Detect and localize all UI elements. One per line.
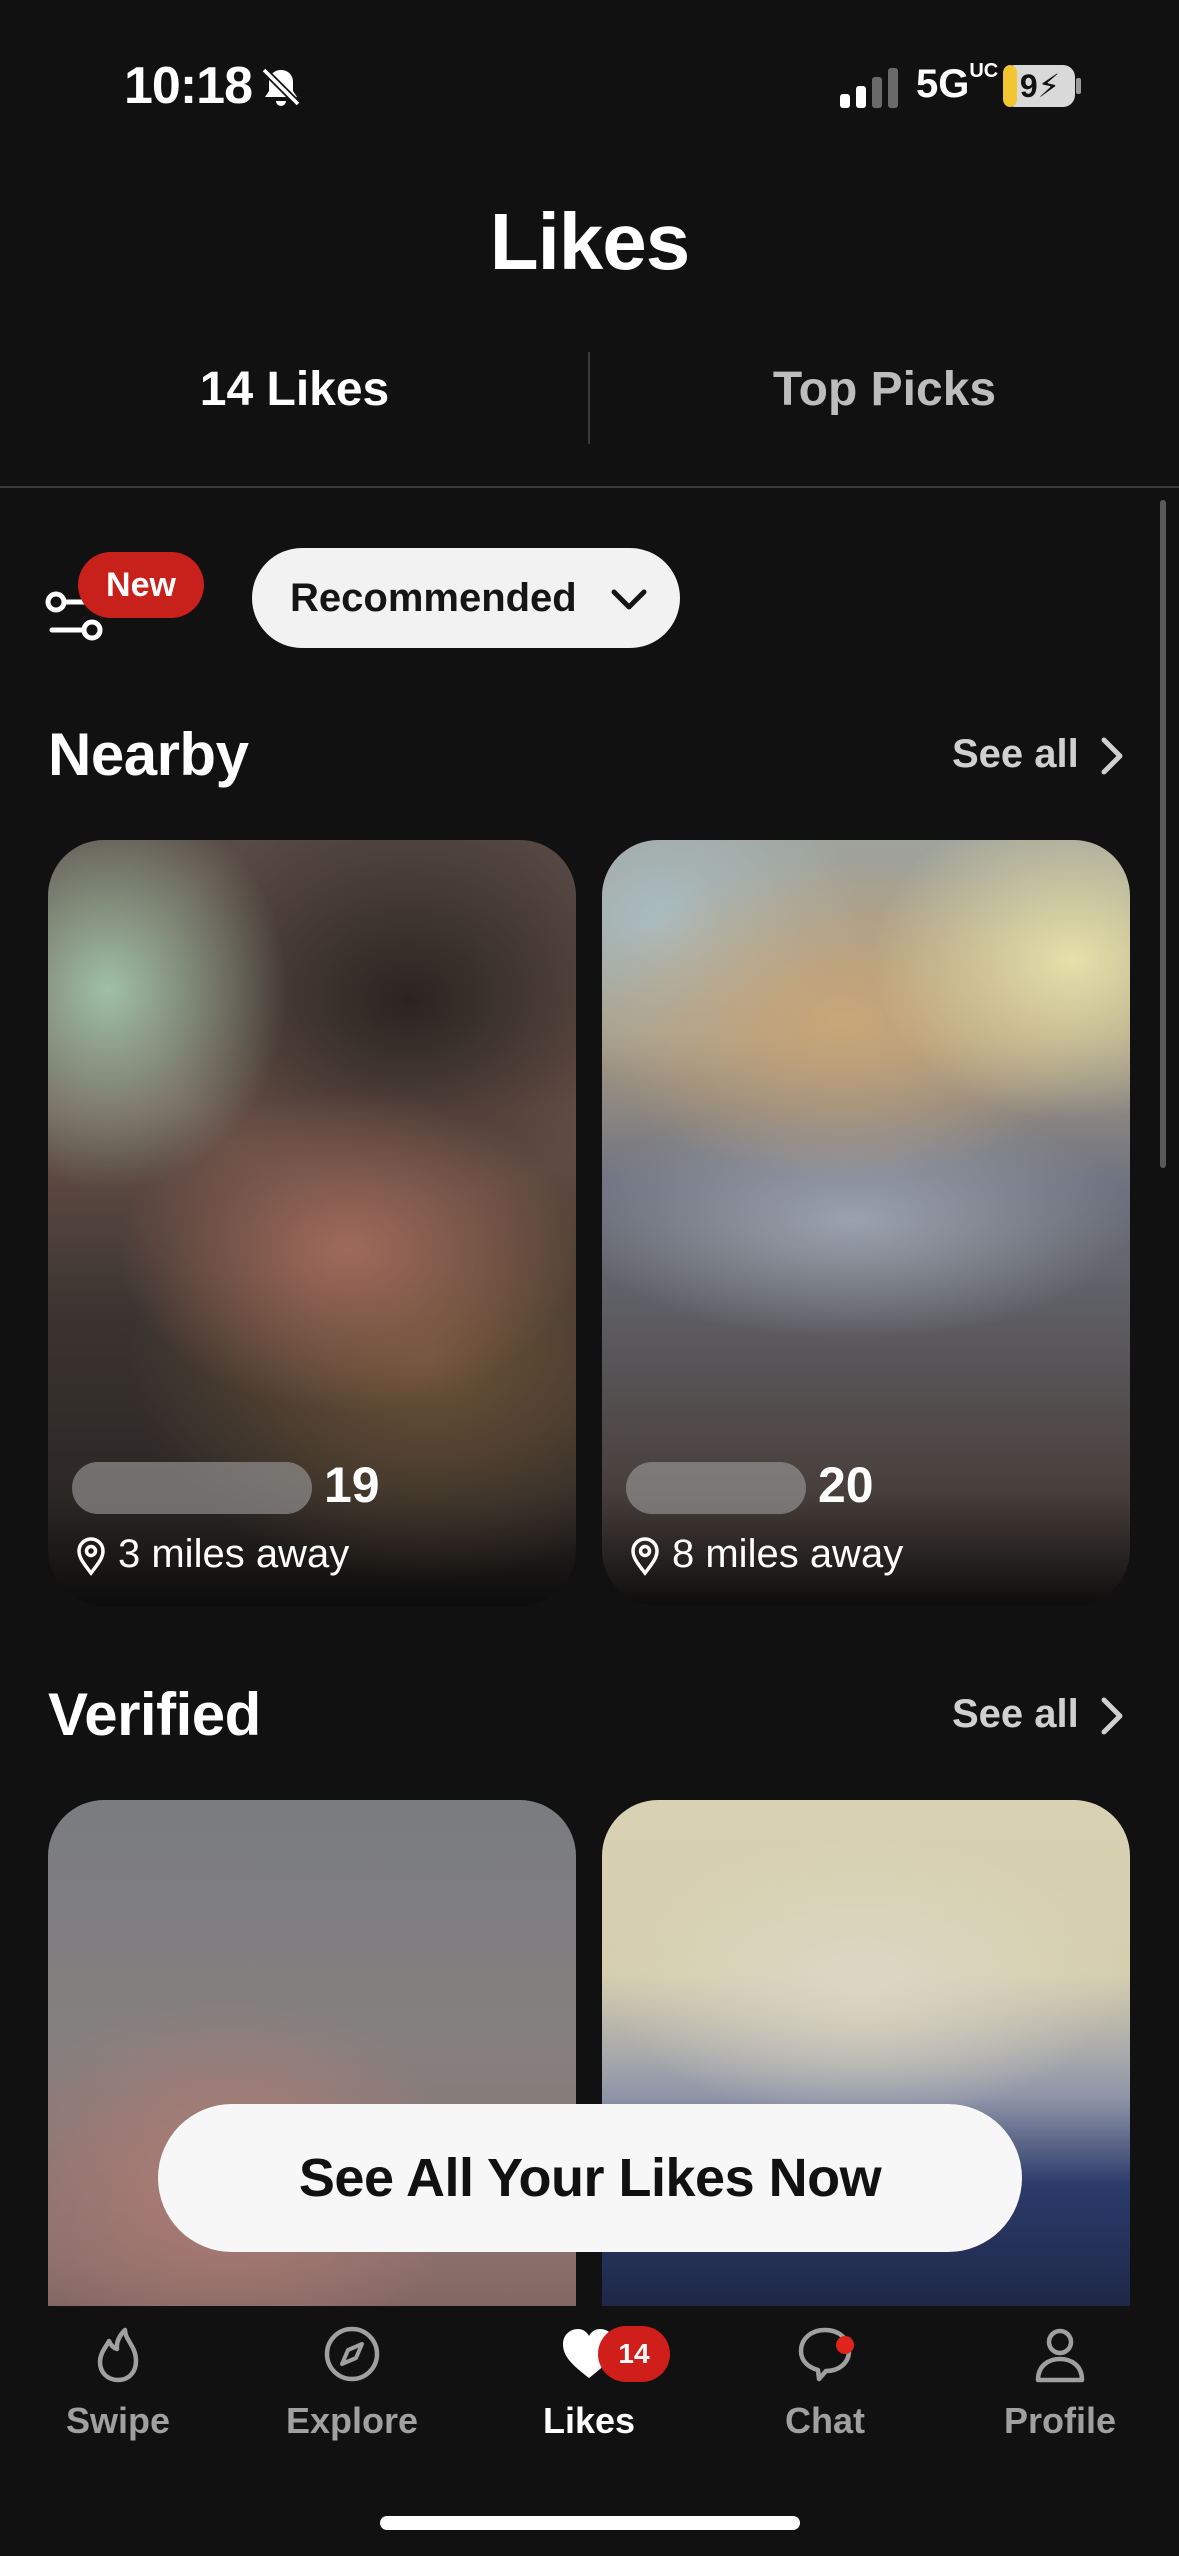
compass-icon [324,2326,380,2382]
tab-top-picks[interactable]: Top Picks [590,362,1179,417]
header-divider [0,486,1179,488]
battery-level: 9⚡ [1019,68,1061,104]
nav-label: Explore [285,2400,419,2441]
flame-icon [97,2327,139,2383]
chevron-down-icon [611,589,647,610]
cellular-signal-icon [840,68,898,108]
chevron-right-icon[interactable] [1098,1696,1126,1736]
see-all-verified-link[interactable]: See all [952,1692,1079,1737]
bell-muted-icon [261,67,301,107]
home-indicator[interactable] [380,2516,800,2530]
nav-swipe[interactable]: Swipe [18,2322,218,2442]
profile-age: 19 [324,1457,380,1513]
location-pin-icon [631,1537,659,1576]
likes-count-badge: 14 [598,2326,670,2382]
likes-screen: 10:18 5GUC 9⚡ Likes 14 Likes Top Picks N… [0,0,1179,2556]
profile-distance: 3 miles away [118,1532,350,1576]
status-time: 10:18 [124,57,253,115]
nav-label: Likes [542,2400,636,2441]
nav-explore[interactable]: Explore [252,2322,452,2442]
profile-card[interactable]: 19 3 miles away [48,840,576,1606]
see-all-nearby-link[interactable]: See all [952,732,1079,777]
scrollbar[interactable] [1160,500,1166,1168]
location-pin-icon [77,1537,105,1576]
nav-profile[interactable]: Profile [960,2322,1160,2442]
tab-likes[interactable]: 14 Likes [0,362,589,417]
profile-distance: 8 miles away [672,1532,904,1576]
chevron-right-icon[interactable] [1098,736,1126,776]
nav-label: Swipe [65,2400,171,2441]
section-title-nearby: Nearby [48,721,249,788]
sort-label: Recommended [290,575,577,620]
blurred-name [72,1462,312,1514]
person-icon [1035,2328,1085,2383]
nav-chat[interactable]: Chat [725,2322,925,2442]
nav-label: Profile [1003,2400,1117,2441]
blurred-name [626,1462,806,1514]
page-title: Likes [489,197,691,286]
profile-age: 20 [818,1457,874,1513]
section-title-verified: Verified [48,1681,261,1748]
chat-bubble-icon [798,2327,852,2382]
unread-dot [836,2336,854,2354]
new-badge: New [78,552,204,618]
nav-label: Chat [785,2400,865,2441]
profile-card[interactable]: 20 8 miles away [602,840,1130,1606]
network-type: 5GUC [916,60,999,106]
see-all-likes-button[interactable]: See All Your Likes Now [158,2104,1022,2252]
